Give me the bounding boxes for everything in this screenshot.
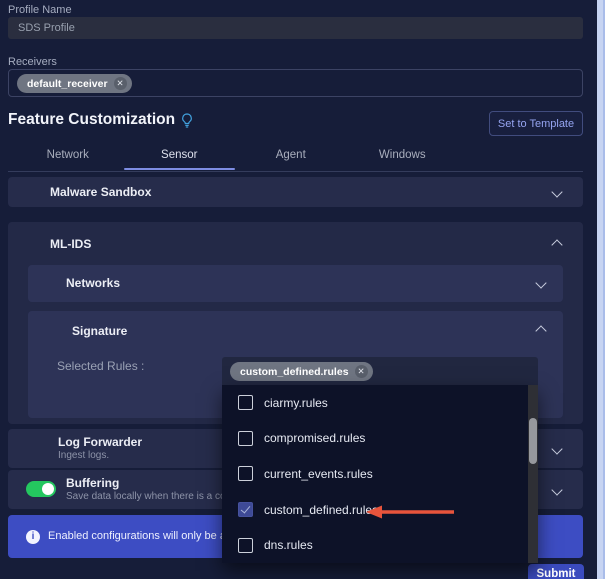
profile-name-label: Profile Name xyxy=(8,4,72,16)
checkbox-checked-icon[interactable] xyxy=(238,502,253,518)
ml-ids-title[interactable]: ML-IDS xyxy=(50,237,91,251)
rule-option-current-events[interactable]: current_events.rules xyxy=(222,456,518,492)
annotation-arrow-icon xyxy=(366,505,454,519)
dropdown-scrollbar-thumb[interactable] xyxy=(529,418,537,464)
selected-rules-label: Selected Rules : xyxy=(57,359,145,373)
rule-option-dns[interactable]: dns.rules xyxy=(222,527,518,563)
rule-option-ciarmy[interactable]: ciarmy.rules xyxy=(222,385,518,421)
checkbox-icon[interactable] xyxy=(238,395,253,411)
selected-rule-chip: custom_defined.rules ✕ xyxy=(230,362,373,381)
buffering-title: Buffering xyxy=(66,476,120,490)
chevron-down-icon xyxy=(551,186,563,198)
chevron-down-icon xyxy=(551,484,563,496)
checkbox-icon[interactable] xyxy=(238,537,253,553)
chevron-down-icon xyxy=(535,277,547,289)
rule-option-label: dns.rules xyxy=(264,538,313,553)
info-icon: i xyxy=(26,530,40,544)
profile-name-input[interactable]: SDS Profile xyxy=(8,17,583,39)
accordion-malware-sandbox[interactable]: Malware Sandbox xyxy=(8,177,583,207)
rule-option-label: ciarmy.rules xyxy=(264,395,328,410)
submit-button[interactable]: Submit xyxy=(528,564,584,579)
receivers-input[interactable]: default_receiver ✕ xyxy=(8,69,583,97)
malware-sandbox-title: Malware Sandbox xyxy=(50,185,152,199)
receiver-chip: default_receiver ✕ xyxy=(17,74,132,93)
chip-close-icon[interactable]: ✕ xyxy=(113,77,127,90)
accordion-networks[interactable]: Networks xyxy=(28,265,563,302)
log-forwarder-title: Log Forwarder xyxy=(58,435,143,449)
selected-rule-chip-label: custom_defined.rules xyxy=(240,365,349,378)
tab-sensor[interactable]: Sensor xyxy=(124,143,236,169)
lightbulb-icon xyxy=(182,112,192,128)
receivers-label: Receivers xyxy=(8,56,57,68)
checkbox-icon[interactable] xyxy=(238,430,253,446)
networks-title: Networks xyxy=(66,276,121,290)
feature-customization-title: Feature Customization xyxy=(8,111,176,128)
set-to-template-button[interactable]: Set to Template xyxy=(489,111,583,136)
dropdown-scrollbar[interactable] xyxy=(528,385,538,563)
signature-title: Signature xyxy=(72,324,128,338)
chevron-up-icon xyxy=(535,325,547,337)
tab-network[interactable]: Network xyxy=(12,143,124,169)
chevron-down-icon xyxy=(551,443,563,455)
rule-option-compromised[interactable]: compromised.rules xyxy=(222,421,518,457)
rules-dropdown-list: ciarmy.rules compromised.rules current_e… xyxy=(222,385,538,563)
feature-customization-heading: Feature Customization xyxy=(8,111,193,129)
tab-agent[interactable]: Agent xyxy=(235,143,347,169)
log-forwarder-subtitle: Ingest logs. xyxy=(58,450,110,461)
tabs-divider xyxy=(8,171,583,172)
rule-option-label: compromised.rules xyxy=(264,431,366,446)
chevron-up-icon[interactable] xyxy=(551,239,563,251)
profile-configuration-screen: Profile Name SDS Profile Receivers defau… xyxy=(0,0,605,579)
profile-name-value: SDS Profile xyxy=(18,22,75,34)
receiver-chip-label: default_receiver xyxy=(27,77,108,90)
rule-option-label: custom_defined.rules xyxy=(264,502,379,517)
feature-tabs: Network Sensor Agent Windows xyxy=(12,143,458,169)
selected-rules-input[interactable]: custom_defined.rules ✕ xyxy=(222,357,538,385)
rule-option-label: current_events.rules xyxy=(264,466,373,481)
tab-windows[interactable]: Windows xyxy=(347,143,459,169)
checkbox-icon[interactable] xyxy=(238,466,253,482)
chip-close-icon[interactable]: ✕ xyxy=(354,365,368,378)
active-tab-underline xyxy=(124,168,235,170)
buffering-toggle[interactable] xyxy=(26,481,56,497)
